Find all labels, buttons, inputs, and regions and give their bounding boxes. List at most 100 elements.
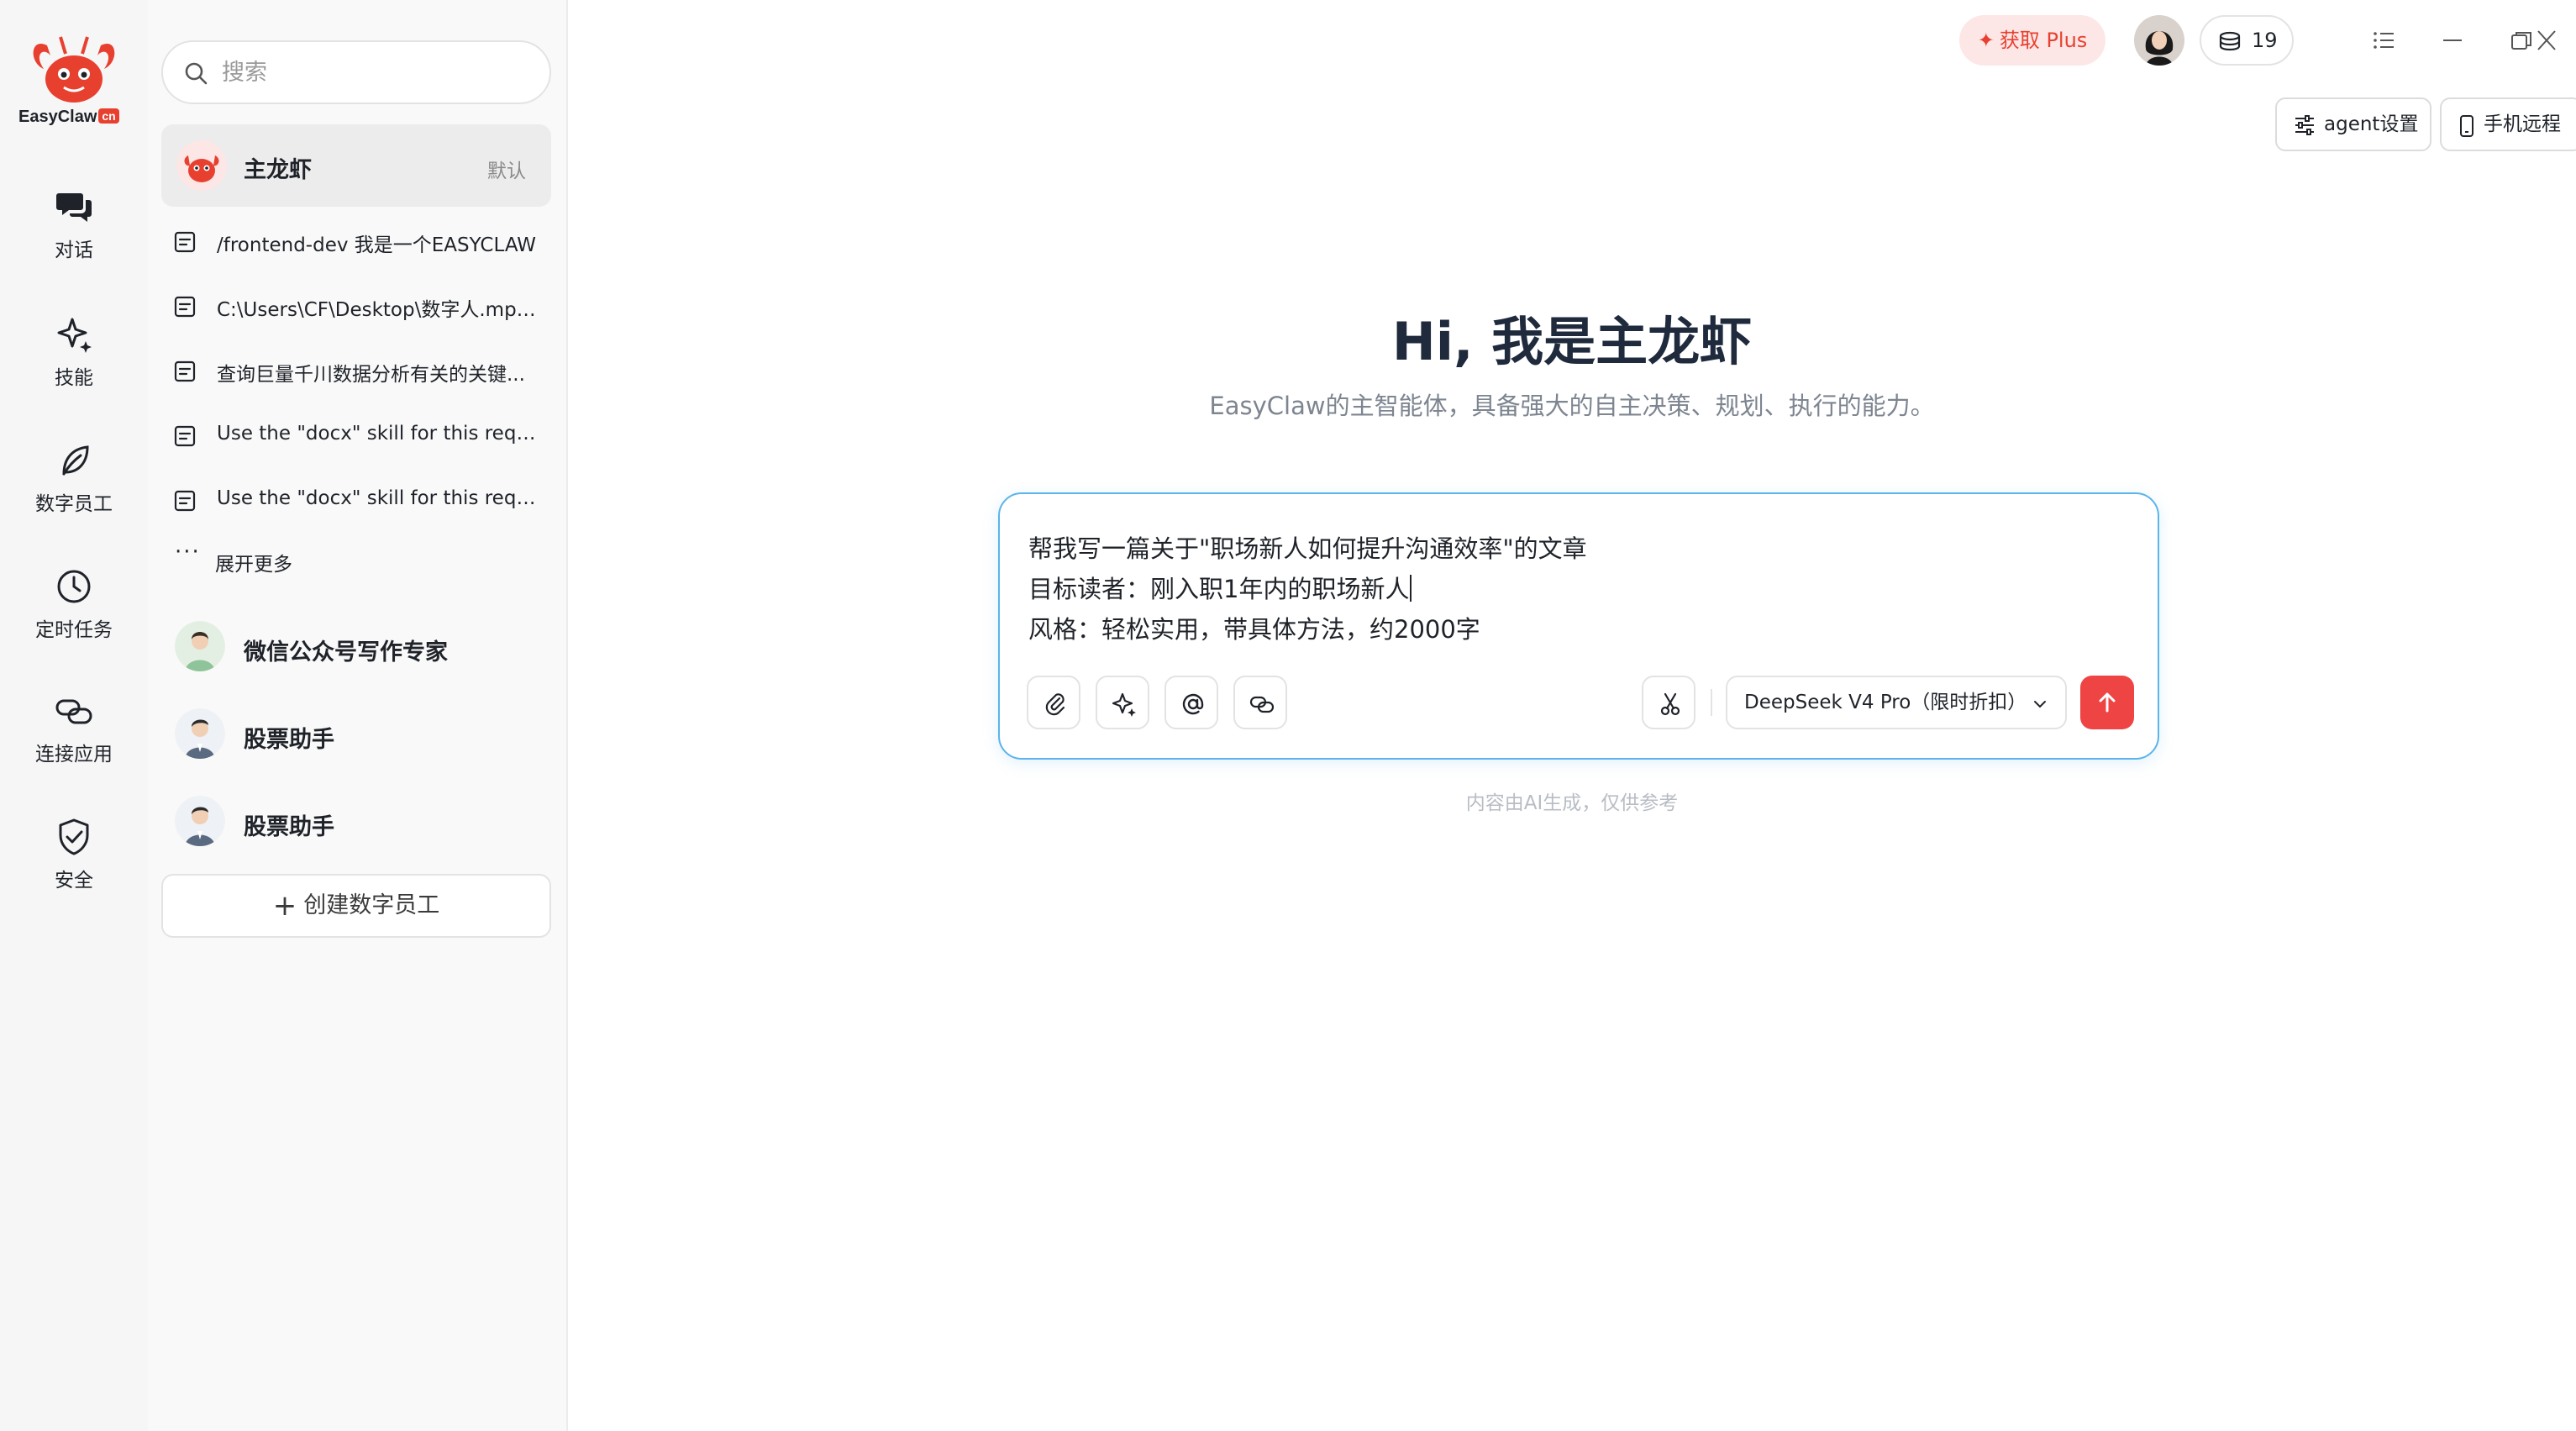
rail-item-skills[interactable]: 技能 bbox=[0, 314, 148, 415]
scissors-icon bbox=[1660, 692, 1680, 716]
rail-label: 定时任务 bbox=[35, 619, 113, 641]
brand-tag: cn bbox=[98, 108, 119, 124]
conversation-item[interactable]: Use the "docx" skill for this reque... bbox=[161, 409, 551, 463]
rail-item-security[interactable]: 安全 bbox=[0, 817, 148, 918]
rail-label: 数字员工 bbox=[35, 493, 113, 515]
conversation-icon bbox=[174, 231, 196, 253]
agent-main-item[interactable]: 主龙虾 默认 bbox=[161, 124, 551, 207]
agent-avatar bbox=[175, 708, 225, 759]
conversation-title: Use the "docx" skill for this reque... bbox=[217, 487, 544, 509]
credits-badge[interactable]: 19 bbox=[2200, 15, 2294, 66]
skills-button[interactable] bbox=[1096, 676, 1149, 729]
text-caret bbox=[1410, 575, 1412, 602]
minimize-icon bbox=[2443, 39, 2462, 41]
arrow-up-icon bbox=[2099, 692, 2116, 713]
leaf-icon bbox=[62, 445, 89, 476]
get-plus-button[interactable]: ✦ 获取 Plus bbox=[1959, 15, 2105, 66]
rail-label: 安全 bbox=[55, 870, 93, 892]
search-input[interactable] bbox=[222, 55, 524, 89]
ai-disclaimer: 内容由AI生成，仅供参考 bbox=[1465, 792, 1679, 814]
lobster-avatar bbox=[176, 140, 227, 191]
mobile-remote-label: 手机远程 bbox=[2484, 113, 2561, 135]
nav-rail: EasyClaw cn 对话 技能 数字员工 定时任务 连接应用 安全 bbox=[0, 0, 148, 1431]
default-badge: 默认 bbox=[487, 160, 526, 182]
agent-settings-button[interactable]: agent设置 bbox=[2275, 97, 2431, 151]
app-window: EasyClaw cn 对话 技能 数字员工 定时任务 连接应用 安全 搜索 主… bbox=[0, 0, 2576, 1431]
agent-avatar bbox=[175, 796, 225, 846]
connect-app-button[interactable] bbox=[1233, 676, 1287, 729]
mobile-remote-button[interactable]: 手机远程 bbox=[2440, 97, 2576, 151]
list-icon bbox=[2374, 32, 2394, 49]
more-dots-icon: ··· bbox=[175, 539, 201, 565]
hero-title: Hi, 我是主龙虾 bbox=[1391, 311, 1753, 372]
search-box[interactable] bbox=[161, 40, 551, 104]
composer-divider bbox=[1711, 689, 1712, 716]
rail-label: 连接应用 bbox=[35, 744, 113, 765]
close-icon bbox=[2537, 30, 2556, 50]
composer-line[interactable]: 风格：轻松实用，带具体方法，约2000字 bbox=[1028, 610, 1480, 645]
conversation-title: /frontend-dev 我是一个EASYCLAW bbox=[217, 234, 537, 256]
clock-icon bbox=[57, 570, 91, 603]
agent-item[interactable]: 微信公众号写作专家 bbox=[161, 608, 551, 684]
model-select[interactable]: DeepSeek V4 Pro（限时折扣） bbox=[1726, 676, 2067, 729]
sparkle-icon bbox=[1112, 692, 1136, 717]
link-icon bbox=[1249, 696, 1275, 713]
rail-label: 对话 bbox=[55, 239, 93, 261]
conversation-item[interactable]: /frontend-dev 我是一个EASYCLAW bbox=[161, 215, 551, 269]
agent-name: 股票助手 bbox=[244, 727, 334, 753]
chevron-down-icon bbox=[2034, 701, 2046, 708]
menu-button[interactable] bbox=[2358, 15, 2408, 66]
get-plus-label: 获取 Plus bbox=[1999, 29, 2088, 52]
conversation-icon bbox=[174, 296, 196, 318]
show-more-button[interactable]: ··· 展开更多 bbox=[161, 539, 413, 581]
mention-button[interactable] bbox=[1164, 676, 1218, 729]
paperclip-icon bbox=[1045, 693, 1065, 716]
message-composer[interactable]: 帮我写一篇关于"职场新人如何提升沟通效率"的文章 目标读者：刚入职1年内的职场新… bbox=[998, 492, 2159, 760]
rail-item-chat[interactable]: 对话 bbox=[0, 187, 148, 287]
composer-line[interactable]: 帮我写一篇关于"职场新人如何提升沟通效率"的文章 bbox=[1028, 529, 1587, 565]
agent-item[interactable]: 股票助手 bbox=[161, 783, 551, 859]
composer-line[interactable]: 目标读者：刚入职1年内的职场新人 bbox=[1028, 570, 1412, 605]
conversation-item[interactable]: C:\Users\CF\Desktop\数字人.mp4 ... bbox=[161, 280, 551, 334]
send-button[interactable] bbox=[2080, 676, 2134, 729]
conversation-item[interactable]: Use the "docx" skill for this reque... bbox=[161, 474, 551, 528]
cut-button[interactable] bbox=[1642, 676, 1695, 729]
brand-name: EasyClaw cn bbox=[18, 108, 119, 127]
agent-item[interactable]: 股票助手 bbox=[161, 696, 551, 771]
rail-item-digital-staff[interactable]: 数字员工 bbox=[0, 440, 148, 541]
create-label: 创建数字员工 bbox=[303, 892, 440, 918]
coins-icon bbox=[2219, 31, 2241, 51]
hero-subtitle: EasyClaw的主智能体，具备强大的自主决策、规划、执行的能力。 bbox=[1209, 392, 1935, 420]
agent-settings-label: agent设置 bbox=[2324, 113, 2419, 135]
create-digital-staff-button[interactable]: + 创建数字员工 bbox=[161, 874, 551, 938]
rail-item-scheduled-tasks[interactable]: 定时任务 bbox=[0, 566, 148, 667]
link-icon bbox=[55, 699, 92, 724]
conversation-item[interactable]: 查询巨量千川数据分析有关的关键... bbox=[161, 345, 551, 398]
close-button[interactable] bbox=[2521, 15, 2571, 66]
rail-label: 技能 bbox=[55, 367, 93, 389]
agent-name: 股票助手 bbox=[244, 814, 334, 840]
search-icon bbox=[185, 62, 208, 85]
sliders-icon bbox=[2295, 115, 2314, 135]
shield-icon bbox=[59, 818, 89, 855]
user-avatar[interactable] bbox=[2134, 15, 2184, 66]
model-name: DeepSeek V4 Pro（限时折扣） bbox=[1744, 692, 2027, 713]
show-more-label: 展开更多 bbox=[215, 554, 292, 576]
conversation-icon bbox=[174, 490, 196, 512]
agent-name: 微信公众号写作专家 bbox=[244, 639, 448, 666]
conversation-icon bbox=[174, 360, 196, 382]
phone-icon bbox=[2460, 115, 2473, 137]
sparkle-icon bbox=[57, 318, 92, 353]
agent-name: 主龙虾 bbox=[244, 157, 312, 183]
at-icon bbox=[1182, 693, 1204, 715]
minimize-button[interactable] bbox=[2426, 15, 2477, 66]
conversation-panel: 主龙虾 默认 /frontend-dev 我是一个EASYCLAW C:\Use… bbox=[148, 0, 568, 1431]
rail-item-connect-apps[interactable]: 连接应用 bbox=[0, 691, 148, 792]
plus-icon: + bbox=[272, 889, 297, 923]
attach-button[interactable] bbox=[1027, 676, 1080, 729]
conversation-icon bbox=[174, 425, 196, 447]
credits-value: 19 bbox=[2252, 29, 2278, 52]
conversation-title: Use the "docx" skill for this reque... bbox=[217, 423, 544, 445]
conversation-title: C:\Users\CF\Desktop\数字人.mp4 ... bbox=[217, 299, 544, 321]
conversation-title: 查询巨量千川数据分析有关的关键... bbox=[217, 364, 525, 386]
